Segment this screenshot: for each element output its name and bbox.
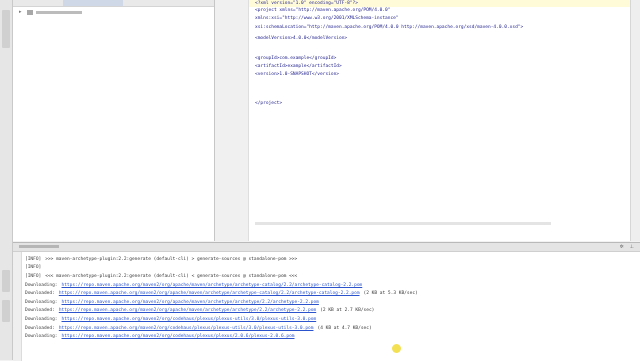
- log-tag: Downloading:: [25, 282, 58, 288]
- console-line: [INFO]: [25, 264, 636, 273]
- download-link[interactable]: https://repo.maven.apache.org/maven2/org…: [62, 317, 317, 322]
- download-link[interactable]: https://repo.maven.apache.org/maven2/org…: [59, 308, 316, 313]
- console-line: Downloaded: https://repo.maven.apache.or…: [25, 289, 636, 298]
- project-tree-selected-row[interactable]: [63, 0, 123, 6]
- code-line: <?xml version="1.0" encoding="UTF-8"?>: [255, 1, 358, 6]
- library-icon: [27, 9, 33, 15]
- log-tag: [INFO]: [25, 256, 42, 262]
- console-line: Downloading: https://repo.maven.apache.o…: [25, 315, 636, 324]
- log-tag: Downloaded:: [25, 291, 55, 297]
- code-area[interactable]: <?xml version="1.0" encoding="UTF-8"?> <…: [249, 0, 631, 241]
- run-console-panel: ✲ ⊥ [INFO] >>> maven-archetype-plugin:2.…: [13, 242, 640, 361]
- console-output[interactable]: [INFO] >>> maven-archetype-plugin:2.2:ge…: [25, 255, 636, 341]
- log-tag: Downloaded:: [25, 325, 55, 331]
- settings-icon[interactable]: ✲: [619, 244, 623, 250]
- download-link[interactable]: https://repo.maven.apache.org/maven2/org…: [59, 326, 314, 331]
- code-line: <modelVersion>4.0.0</modelVersion>: [255, 36, 348, 41]
- code-line: xmlns:xsi="http://www.w3.org/2001/XMLSch…: [255, 16, 399, 21]
- structure-tool-tab[interactable]: [2, 270, 10, 292]
- tree-row-external-libraries[interactable]: ▸: [13, 7, 214, 17]
- editor-horizontal-scrollbar[interactable]: [255, 222, 551, 225]
- log-message: (2 KB at 2.7 KB/sec): [320, 308, 375, 314]
- download-link[interactable]: https://repo.maven.apache.org/maven2/org…: [62, 334, 295, 339]
- log-message: >>> maven-archetype-plugin:2.2:generate …: [45, 256, 298, 262]
- code-line: <artifactId>example</artifactId>: [255, 64, 342, 69]
- console-line: Downloaded: https://repo.maven.apache.or…: [25, 307, 636, 316]
- minimize-icon[interactable]: ⊥: [630, 244, 634, 250]
- mouse-cursor-highlight: [392, 344, 401, 353]
- download-link[interactable]: https://repo.maven.apache.org/maven2/org…: [62, 283, 363, 288]
- console-line: Downloading: https://repo.maven.apache.o…: [25, 332, 636, 341]
- project-tool-tab[interactable]: [2, 10, 10, 48]
- log-message: (2 KB at 5.3 KB/sec): [363, 291, 418, 297]
- code-line: <version>1.0-SNAPSHOT</version>: [255, 72, 339, 77]
- code-line: <groupId>com.example</groupId>: [255, 56, 337, 61]
- code-line: <project xmlns="http://maven.apache.org/…: [255, 8, 391, 13]
- editor-gutter: [215, 0, 249, 241]
- log-tag: Downloading:: [25, 299, 58, 305]
- download-link[interactable]: https://repo.maven.apache.org/maven2/org…: [59, 291, 360, 296]
- project-tree-header: [13, 0, 214, 7]
- favorites-tool-tab[interactable]: [2, 300, 10, 322]
- console-line: [INFO] <<< maven-archetype-plugin:2.2:ge…: [25, 272, 636, 281]
- run-panel-toolbar: [13, 252, 22, 361]
- log-tag: Downloading:: [25, 334, 58, 340]
- run-panel-title: [19, 245, 59, 248]
- console-line: Downloading: https://repo.maven.apache.o…: [25, 281, 636, 290]
- log-tag: [INFO]: [25, 273, 42, 279]
- code-line: </project>: [255, 101, 283, 106]
- log-message: <<< maven-archetype-plugin:2.2:generate …: [45, 273, 298, 279]
- download-link[interactable]: https://repo.maven.apache.org/maven2/org…: [62, 300, 319, 305]
- right-tool-strip: [630, 0, 640, 241]
- project-tree-panel: ▸: [13, 0, 215, 241]
- log-tag: Downloaded:: [25, 308, 55, 314]
- console-line: [INFO] >>> maven-archetype-plugin:2.2:ge…: [25, 255, 636, 264]
- expand-arrow-icon[interactable]: ▸: [19, 9, 24, 15]
- code-editor[interactable]: <?xml version="1.0" encoding="UTF-8"?> <…: [215, 0, 631, 241]
- run-panel-header: ✲ ⊥: [13, 243, 640, 252]
- console-line: Downloading: https://repo.maven.apache.o…: [25, 298, 636, 307]
- log-tag: [INFO]: [25, 265, 42, 271]
- log-tag: Downloading:: [25, 316, 58, 322]
- left-tool-strip: [0, 0, 13, 360]
- tree-row-label: [36, 10, 82, 14]
- log-message: (4 KB at 4.7 KB/sec): [317, 325, 372, 331]
- code-line: xsi:schemaLocation="http://maven.apache.…: [255, 25, 524, 30]
- console-line: Downloaded: https://repo.maven.apache.or…: [25, 324, 636, 333]
